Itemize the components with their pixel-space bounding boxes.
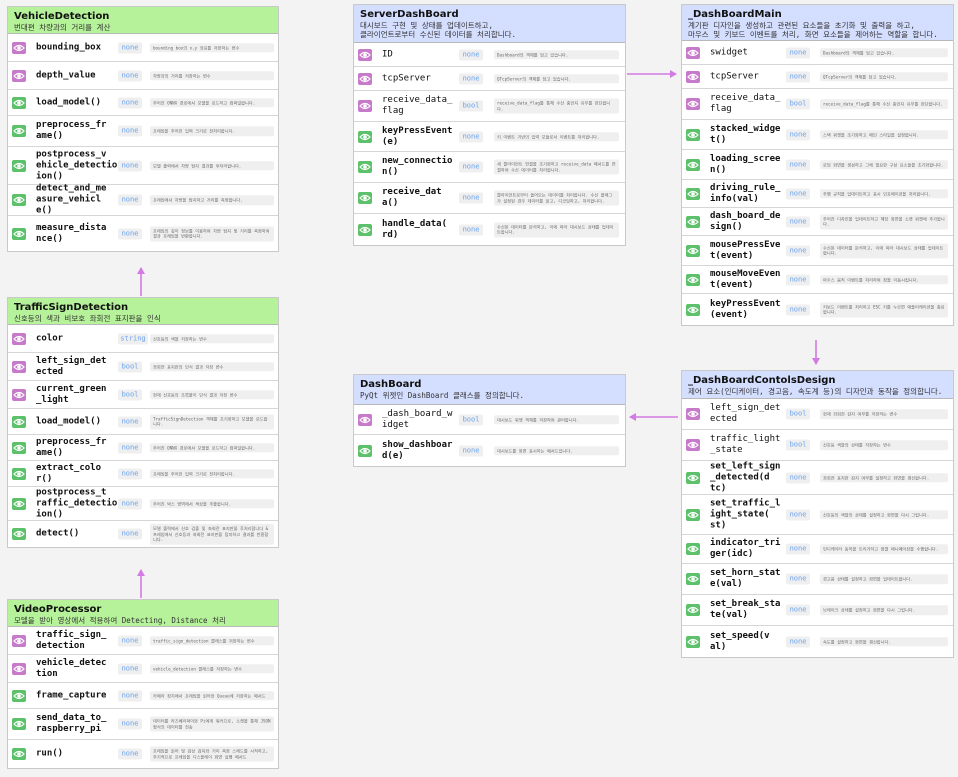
arrows-layer xyxy=(137,70,820,598)
